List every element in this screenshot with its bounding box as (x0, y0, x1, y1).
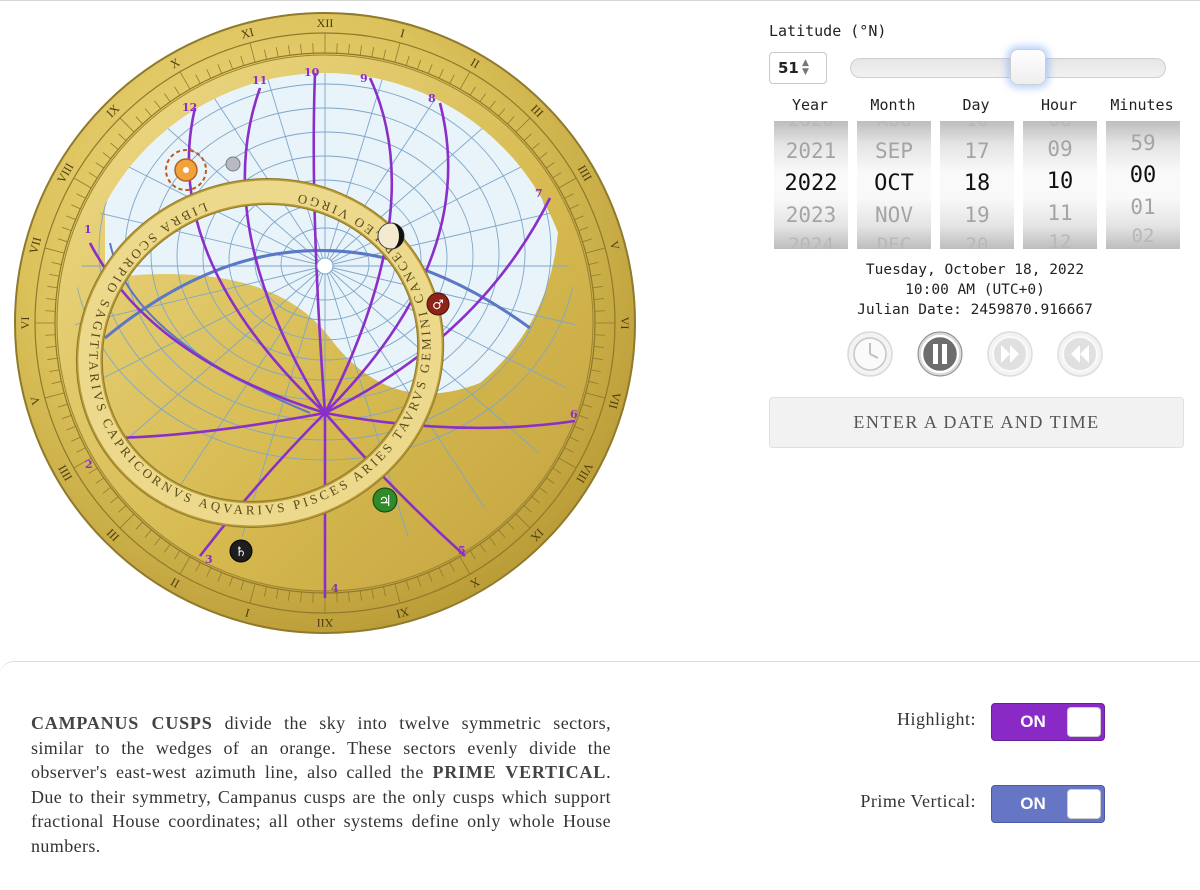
picker-item[interactable]: 59 (1106, 131, 1180, 155)
picker-item[interactable]: 2021 (774, 139, 848, 163)
prime-vertical-label: Prime Vertical: (796, 791, 976, 812)
picker-item[interactable]: 2024 (774, 234, 848, 249)
mars-icon: ♂ (427, 293, 449, 315)
picker-item-selected[interactable]: 10 (1023, 169, 1097, 194)
fast-forward-icon (987, 331, 1033, 377)
picker-item[interactable]: 12 (1023, 231, 1097, 249)
house-label-6: 6 (570, 408, 578, 421)
picker-item-selected[interactable]: 18 (940, 171, 1014, 196)
picker-item-selected[interactable]: OCT (857, 171, 931, 196)
picker-item[interactable]: AUG (857, 121, 931, 131)
picker-item[interactable]: 02 (1106, 225, 1180, 247)
time-text: 10:00 AM (UTC+0) (810, 282, 1140, 298)
saturn-icon: ♄ (230, 540, 252, 562)
rewind-button[interactable] (1057, 331, 1103, 377)
latitude-slider-thumb[interactable] (1010, 49, 1046, 85)
house-label-3: 3 (205, 553, 213, 566)
astrolabe-dial[interactable]: XIIIIIIIIIIIIVVIVIIVIIIIXXXIXIIIIIIIIIII… (10, 8, 650, 648)
picker-item-selected[interactable]: 00 (1106, 163, 1180, 188)
stepper-arrows-icon[interactable]: ▲▼ (802, 59, 809, 77)
rim-numeral: VI (18, 317, 32, 330)
picker-item[interactable]: 17 (940, 139, 1014, 163)
latitude-slider[interactable] (850, 58, 1166, 78)
picker-item[interactable]: 2023 (774, 203, 848, 227)
rim-numeral: VI (618, 317, 632, 330)
house-label-9: 9 (360, 72, 368, 85)
month-picker[interactable]: AUG SEP OCT NOV DEC (857, 121, 931, 249)
house-label-10: 10 (304, 66, 320, 79)
rim-numeral: XII (317, 616, 334, 630)
pause-button[interactable] (917, 331, 963, 377)
house-label-7: 7 (535, 187, 543, 200)
svg-text:♄: ♄ (235, 545, 247, 560)
jupiter-icon: ♃ (373, 488, 397, 512)
highlight-label: Highlight: (796, 709, 976, 730)
mercury-icon (226, 157, 240, 171)
house-label-5: 5 (458, 544, 466, 557)
house-label-4: 4 (331, 582, 339, 595)
clock-icon (847, 331, 893, 377)
rewind-icon (1057, 331, 1103, 377)
picker-item[interactable]: 2020 (774, 121, 848, 131)
picker-item[interactable]: DEC (857, 234, 931, 249)
picker-item[interactable]: 09 (1023, 137, 1097, 161)
svg-text:♃: ♃ (378, 492, 391, 510)
highlight-toggle[interactable]: ON (991, 703, 1105, 741)
year-header: Year (770, 96, 850, 114)
picker-item-selected[interactable]: 2022 (774, 171, 848, 196)
julian-date-text: Julian Date: 2459870.916667 (810, 302, 1140, 318)
campanus-term: CAMPANUS CUSPS (31, 713, 213, 733)
minutes-header: Minutes (1102, 96, 1182, 114)
moon-icon (378, 223, 404, 249)
prime-vertical-toggle[interactable]: ON (991, 785, 1105, 823)
house-label-2: 2 (85, 458, 93, 471)
picker-item[interactable]: SEP (857, 139, 931, 163)
hour-header: Hour (1019, 96, 1099, 114)
date-text: Tuesday, October 18, 2022 (810, 262, 1140, 278)
minutes-picker[interactable]: 58 59 00 01 02 (1106, 121, 1180, 249)
picker-item[interactable]: 08 (1023, 121, 1097, 131)
day-picker[interactable]: 16 17 18 19 20 (940, 121, 1014, 249)
picker-item[interactable]: 16 (940, 121, 1014, 131)
hour-picker[interactable]: 08 09 10 11 12 (1023, 121, 1097, 249)
picker-item[interactable]: 11 (1023, 201, 1097, 225)
prime-vertical-toggle-state: ON (992, 786, 1074, 822)
description-text: CAMPANUS CUSPS divide the sky into twelv… (31, 711, 611, 858)
highlight-toggle-state: ON (992, 704, 1074, 740)
picker-item[interactable]: 19 (940, 203, 1014, 227)
pause-icon (917, 331, 963, 377)
svg-text:♂: ♂ (432, 298, 444, 313)
picker-item[interactable]: 01 (1106, 195, 1180, 219)
house-label-11: 11 (252, 74, 267, 87)
latitude-value[interactable]: 51 (778, 59, 800, 77)
house-label-12: 12 (182, 101, 197, 114)
rim-numeral: XII (317, 16, 334, 30)
latitude-label: Latitude (°N) (769, 22, 886, 40)
picker-item[interactable]: 20 (940, 234, 1014, 249)
month-header: Month (853, 96, 933, 114)
fast-forward-button[interactable] (987, 331, 1033, 377)
toggle-knob (1067, 789, 1101, 819)
house-label-1: 1 (84, 223, 92, 236)
toggle-knob (1067, 707, 1101, 737)
prime-vertical-term: PRIME VERTICAL (432, 762, 606, 782)
top-border (0, 0, 1200, 1)
latitude-stepper[interactable]: 51 ▲▼ (769, 52, 827, 84)
picker-item[interactable]: NOV (857, 203, 931, 227)
day-header: Day (936, 96, 1016, 114)
clock-button[interactable] (847, 331, 893, 377)
enter-date-time-button[interactable]: ENTER A DATE AND TIME (769, 397, 1184, 448)
year-picker[interactable]: 2020 2021 2022 2023 2024 (774, 121, 848, 249)
house-label-8: 8 (428, 92, 436, 105)
zenith-point (317, 258, 333, 274)
